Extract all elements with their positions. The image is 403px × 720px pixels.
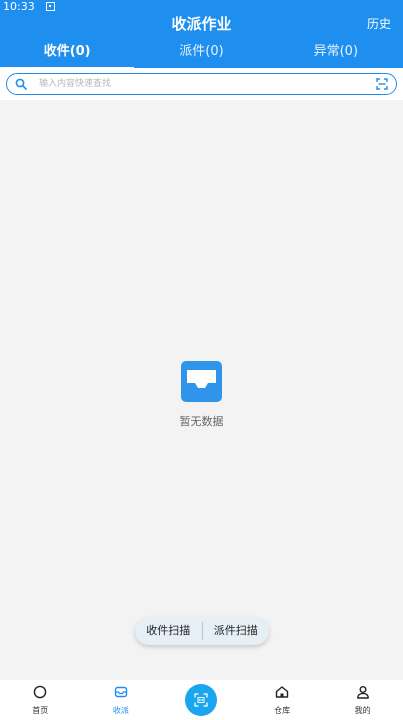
search-input[interactable] — [39, 76, 359, 92]
tab-bar: 收件(0) 派件(0) 异常(0) — [0, 38, 403, 70]
tab-dispatch[interactable]: 派件(0) — [134, 38, 268, 68]
empty-state-text: 暂无数据 — [179, 415, 224, 428]
tab-receive[interactable]: 收件(0) — [0, 38, 135, 70]
nav-item-home[interactable]: 首页 — [0, 680, 81, 720]
main-content: 暂无数据 — [0, 100, 403, 680]
scan-icon — [194, 693, 209, 707]
inbox-icon — [114, 686, 128, 698]
dispatch-scan-button[interactable]: 派件扫描 — [203, 617, 270, 645]
page-title: 收派作业 — [171, 15, 232, 33]
center-scan-button[interactable] — [185, 684, 218, 716]
search-icon — [15, 78, 27, 90]
nav-item-scan[interactable] — [161, 680, 242, 720]
nav-item-pickup-delivery[interactable]: 收派 — [81, 680, 162, 720]
bottom-nav: 首页 收派 仓库 我的 — [0, 680, 403, 720]
empty-inbox-icon — [181, 361, 222, 402]
tab-exception[interactable]: 异常(0) — [269, 38, 403, 68]
status-bar: 10:33 — [0, 0, 403, 14]
scan-action-pill: 收件扫描 派件扫描 — [135, 617, 269, 645]
status-time: 10:33 — [3, 0, 35, 13]
search-bar — [0, 68, 403, 100]
history-button[interactable]: 历史 — [367, 16, 391, 32]
scan-icon[interactable] — [376, 78, 388, 90]
nav-label-warehouse: 仓库 — [274, 706, 291, 715]
nav-label-pickup-delivery: 收派 — [112, 706, 129, 715]
header: 10:33 收派作业 历史 收件(0) 派件(0) 异常(0) — [0, 0, 403, 70]
notification-icon — [46, 2, 56, 11]
nav-label-mine: 我的 — [354, 706, 371, 715]
person-icon — [356, 686, 369, 699]
nav-item-warehouse[interactable]: 仓库 — [242, 680, 323, 720]
warehouse-icon — [275, 686, 289, 698]
circle-icon — [33, 685, 47, 699]
receive-scan-button[interactable]: 收件扫描 — [135, 617, 202, 645]
search-box — [6, 73, 397, 95]
nav-item-mine[interactable]: 我的 — [322, 680, 403, 720]
nav-label-home: 首页 — [32, 706, 49, 715]
